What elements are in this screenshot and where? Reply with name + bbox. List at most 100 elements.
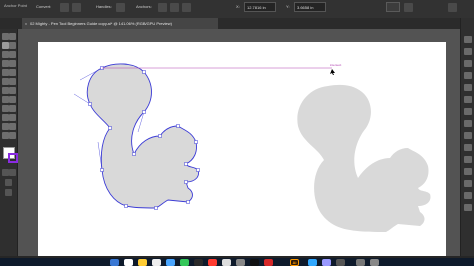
type-tool-icon[interactable]: [2, 51, 9, 58]
anchor-point[interactable]: [88, 102, 92, 106]
stroke-swatch[interactable]: [8, 153, 18, 163]
document-tab-title: 02 Mighty - Pen Tool Beginners Guide cop…: [30, 21, 172, 26]
music-app-icon[interactable]: [194, 259, 203, 266]
chrome-app-icon[interactable]: [124, 259, 133, 266]
anchor-point[interactable]: [176, 124, 180, 128]
finder-app-icon[interactable]: [110, 259, 119, 266]
convert-to-smooth-button[interactable]: [72, 3, 81, 12]
eraser-tool-icon[interactable]: [9, 69, 16, 76]
pen-cursor-icon: [330, 69, 335, 75]
libraries-panel-icon[interactable]: [464, 60, 472, 67]
curvature-tool-icon[interactable]: [9, 42, 16, 49]
scale-tool-icon[interactable]: [9, 78, 16, 85]
settings-app-icon[interactable]: [236, 259, 245, 266]
screen-recorder-icon[interactable]: [250, 259, 259, 266]
symbols-panel-icon[interactable]: [464, 108, 472, 115]
zoom-tool-icon[interactable]: [9, 132, 16, 139]
anchor-point[interactable]: [158, 134, 162, 138]
notes-app-icon[interactable]: [138, 259, 147, 266]
graph-tool-icon[interactable]: [9, 123, 16, 130]
gradient-mode-icon[interactable]: [9, 169, 16, 176]
remove-anchor-button[interactable]: [158, 3, 167, 12]
smart-guide-label: intersect: [330, 63, 342, 67]
pathfinder-panel-icon[interactable]: [464, 192, 472, 199]
gradient-tool-icon[interactable]: [9, 105, 16, 112]
calendar-app-icon[interactable]: [152, 259, 161, 266]
convert-to-corner-button[interactable]: [60, 3, 69, 12]
eyedropper-icon[interactable]: [2, 114, 9, 121]
downloads-stack-icon[interactable]: [356, 259, 365, 266]
gradient-panel-icon[interactable]: [464, 132, 472, 139]
anchor-point[interactable]: [196, 168, 200, 172]
illustrator-app-icon[interactable]: Ai: [290, 259, 299, 266]
y-field[interactable]: 3.6658 in: [294, 2, 326, 12]
preview-app-icon[interactable]: [222, 259, 231, 266]
symbol-sprayer-icon[interactable]: [2, 123, 9, 130]
artwork: intersect: [73, 63, 431, 232]
line-tool-icon[interactable]: [9, 51, 16, 58]
anchor-point-label: Anchor Point: [4, 3, 27, 8]
layers-panel-icon[interactable]: [464, 48, 472, 55]
canvas-pasteboard[interactable]: intersect: [18, 29, 460, 256]
appearance-panel-icon[interactable]: [464, 156, 472, 163]
photos-app-icon[interactable]: [208, 259, 217, 266]
free-transform-icon[interactable]: [9, 87, 16, 94]
transform-panel-icon[interactable]: [464, 204, 472, 211]
mesh-tool-icon[interactable]: [2, 105, 9, 112]
width-tool-icon[interactable]: [2, 87, 9, 94]
align-dropdown[interactable]: [386, 2, 400, 12]
rotate-tool-icon[interactable]: [2, 78, 9, 85]
transparency-panel-icon[interactable]: [464, 144, 472, 151]
swatches-panel-icon[interactable]: [464, 84, 472, 91]
app-store-icon[interactable]: [166, 259, 175, 266]
properties-panel-icon[interactable]: [464, 36, 472, 43]
anchor-point[interactable]: [124, 204, 128, 208]
hand-tool-icon[interactable]: [2, 132, 9, 139]
premiere-app-icon[interactable]: [322, 259, 331, 266]
anchor-point[interactable]: [132, 152, 136, 156]
x-label: X:: [236, 4, 240, 9]
isolate-button[interactable]: [404, 3, 413, 12]
document-tab[interactable]: x 02 Mighty - Pen Tool Beginners Guide co…: [22, 18, 218, 29]
folder-app-icon[interactable]: [336, 259, 345, 266]
convert-label: Convert:: [36, 4, 52, 9]
graphic-styles-panel-icon[interactable]: [464, 168, 472, 175]
squirrel-traced-shape[interactable]: [86, 63, 199, 209]
artboard[interactable]: intersect: [38, 42, 446, 256]
cut-path-button[interactable]: [182, 3, 191, 12]
trash-icon[interactable]: [370, 259, 379, 266]
perspective-grid-icon[interactable]: [9, 96, 16, 103]
rectangle-tool-icon[interactable]: [2, 60, 9, 67]
anchor-point[interactable]: [194, 140, 198, 144]
show-handles-button[interactable]: [116, 3, 125, 12]
media-app-icon[interactable]: [264, 259, 273, 266]
x-field[interactable]: 12.7816 in: [244, 2, 276, 12]
shape-builder-icon[interactable]: [2, 96, 9, 103]
direct-selection-icon[interactable]: [9, 33, 16, 40]
anchor-point[interactable]: [142, 110, 146, 114]
anchor-point[interactable]: [100, 168, 104, 172]
pencil-tool-icon[interactable]: [2, 69, 9, 76]
draw-mode-icon[interactable]: [5, 179, 12, 186]
anchor-point[interactable]: [186, 200, 190, 204]
close-tab-icon[interactable]: x: [22, 18, 30, 29]
anchor-point[interactable]: [184, 180, 188, 184]
pen-tool-icon[interactable]: [2, 42, 9, 49]
color-mode-icon[interactable]: [2, 169, 9, 176]
anchor-point[interactable]: [108, 126, 112, 130]
blend-tool-icon[interactable]: [9, 114, 16, 121]
photoshop-app-icon[interactable]: [308, 259, 317, 266]
brushes-panel-icon[interactable]: [464, 96, 472, 103]
anchor-point[interactable]: [184, 162, 188, 166]
stroke-panel-icon[interactable]: [464, 120, 472, 127]
messages-app-icon[interactable]: [180, 259, 189, 266]
anchor-point[interactable]: [142, 70, 146, 74]
brush-tool-icon[interactable]: [9, 60, 16, 67]
panel-options-button[interactable]: [448, 3, 457, 12]
screen-mode-icon[interactable]: [5, 189, 12, 196]
anchor-point[interactable]: [154, 206, 158, 210]
connect-anchor-button[interactable]: [170, 3, 179, 12]
color-panel-icon[interactable]: [464, 72, 472, 79]
selection-tool-icon[interactable]: [2, 33, 9, 40]
align-panel-icon[interactable]: [464, 180, 472, 187]
